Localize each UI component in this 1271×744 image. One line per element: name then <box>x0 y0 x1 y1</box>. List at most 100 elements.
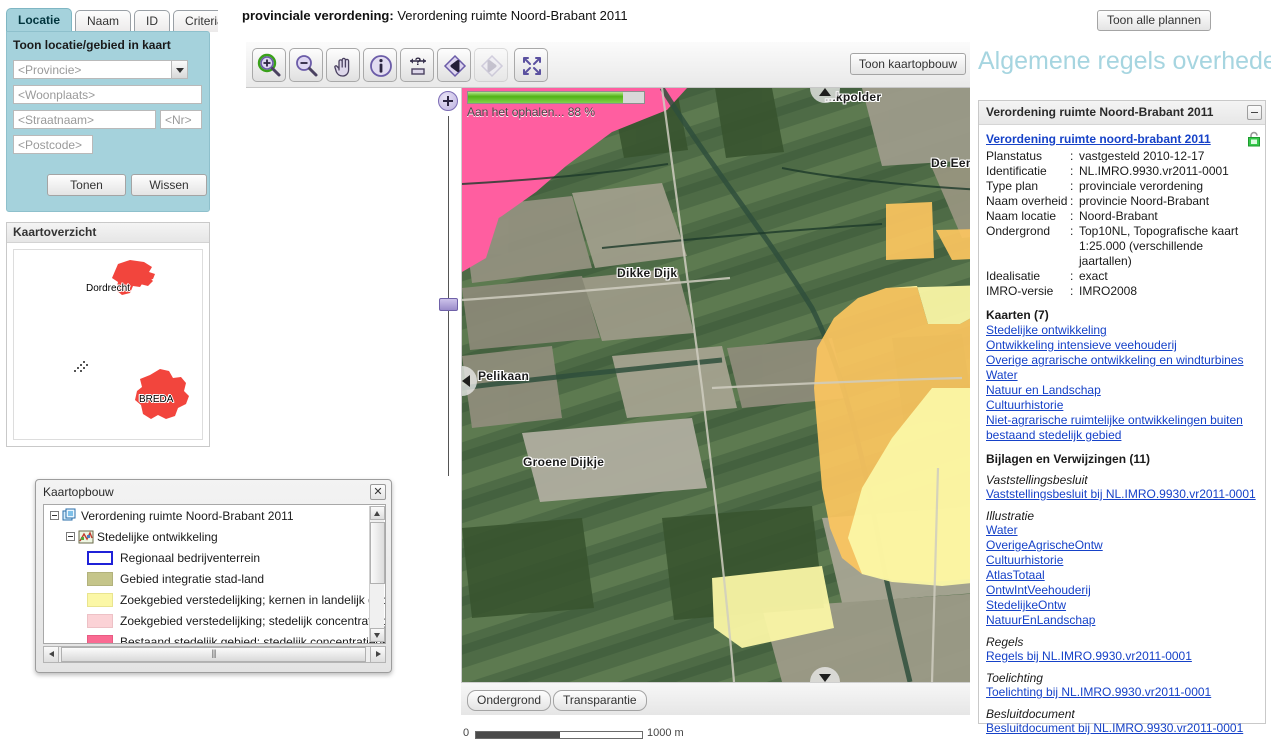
tab-naam[interactable]: Naam <box>75 10 132 32</box>
map-link[interactable]: Stedelijke ontwikkeling <box>986 323 1259 338</box>
background-button[interactable]: Ondergrond <box>467 690 552 711</box>
scale-bar: 0 1000 m <box>461 727 861 743</box>
metadata-key: Planstatus <box>986 149 1043 163</box>
page-title-name: Verordening ruimte Noord-Brabant 2011 <box>397 8 628 23</box>
show-button[interactable]: Tonen <box>47 174 126 196</box>
zoom-slider-track <box>448 116 449 476</box>
plan-title-link[interactable]: Verordening ruimte noord-brabant 2011 <box>986 132 1211 146</box>
legend-item-label: Regionaal bedrijventerrein <box>120 550 261 565</box>
show-legend-button[interactable]: Toon kaartopbouw <box>849 53 966 75</box>
metadata-key: IMRO-versie <box>986 284 1054 298</box>
map-link[interactable]: Niet-agrarische ruimtelijke ontwikkeling… <box>986 413 1259 443</box>
scroll-up-icon[interactable] <box>370 506 385 520</box>
legend-vertical-scrollbar[interactable] <box>369 506 385 642</box>
legend-item[interactable]: Zoekgebied verstedelijking; stedelijk co… <box>44 610 385 631</box>
map-link[interactable]: Overige agrarische ontwikkeling en windt… <box>986 353 1259 368</box>
full-extent-icon[interactable] <box>514 48 548 82</box>
maps-heading: Kaarten (7) <box>986 308 1049 322</box>
group-label: Regels <box>986 635 1024 649</box>
transparency-button[interactable]: Transparantie <box>553 690 647 711</box>
attachment-link[interactable]: Water <box>986 523 1259 538</box>
plan-card-body: Verordening ruimte noord-brabant 2011 Pl… <box>979 125 1265 736</box>
attachment-link[interactable]: Regels bij NL.IMRO.9930.vr2011-0001 <box>986 649 1259 664</box>
metadata-row: Naam overheid: provincie Noord-Brabant <box>986 194 1259 209</box>
zoom-in-slider-icon[interactable] <box>438 91 458 111</box>
info-icon[interactable] <box>363 48 397 82</box>
scroll-down-icon[interactable] <box>370 628 385 642</box>
legend-tree-layer[interactable]: Stedelijke ontwikkeling <box>44 526 385 547</box>
overview-minimap[interactable]: Dordrecht BREDA <box>13 249 203 440</box>
scroll-left-icon[interactable] <box>44 647 59 662</box>
city-input[interactable] <box>13 85 202 104</box>
search-tabs: Locatie Naam ID Criteria <box>6 8 236 32</box>
metadata-row: Naam locatie: Noord-Brabant <box>986 209 1259 224</box>
loading-progress: Aan het ophalen... 88 % <box>467 91 647 119</box>
attachment-link[interactable]: NatuurEnLandschap <box>986 613 1259 628</box>
legend-tree-root[interactable]: Verordening ruimte Noord-Brabant 2011 <box>44 505 385 526</box>
attachment-link[interactable]: OverigeAgrischeOntw <box>986 538 1259 553</box>
metadata-row: Ondergrond: Top10NL, Topografische kaart … <box>986 224 1259 269</box>
house-number-input[interactable] <box>160 110 202 129</box>
overview-minimap-graphic <box>14 250 202 439</box>
chevron-down-icon[interactable] <box>171 60 188 79</box>
map-overview-title: Kaartoverzicht <box>7 223 209 243</box>
panel-heading: Algemene regels overheden <box>978 47 1271 75</box>
overview-label-dordrecht: Dordrecht <box>86 283 130 294</box>
attachment-link[interactable]: OntwIntVeehouderij <box>986 583 1259 598</box>
attachment-link[interactable]: Vaststellingsbesluit bij NL.IMRO.9930.vr… <box>986 487 1259 502</box>
legend-window[interactable]: Kaartopbouw ✕ Verordening ruimte Noord-B… <box>35 479 392 673</box>
show-all-plans-button[interactable]: Toon alle plannen <box>1097 10 1212 31</box>
legend-item[interactable]: Bestaand stedelijk gebied; stedelijk con… <box>44 631 385 643</box>
zoom-in-icon[interactable] <box>252 48 286 82</box>
legend-item[interactable]: Gebied integratie stad-land <box>44 568 385 589</box>
metadata-value: Top10NL, Topografische kaart 1:25.000 (v… <box>1079 224 1239 268</box>
collapse-icon[interactable] <box>1247 105 1262 120</box>
legend-item-label: Zoekgebied verstedelijking; kernen in la… <box>120 592 386 607</box>
plan-details-panel: Toon alle plannen Algemene regels overhe… <box>970 0 1271 744</box>
zoom-out-icon[interactable] <box>289 48 323 82</box>
scale-bar-graphic <box>475 731 643 739</box>
metadata-value: Noord-Brabant <box>1079 209 1158 223</box>
map-link[interactable]: Ontwikkeling intensieve veehouderij <box>986 338 1259 353</box>
metadata-row: Planstatus: vastgesteld 2010-12-17 <box>986 149 1259 164</box>
forward-icon <box>474 48 508 82</box>
map-link[interactable]: Water <box>986 368 1259 383</box>
tab-locatie[interactable]: Locatie <box>6 8 73 32</box>
plan-card-title-text: Verordening ruimte Noord-Brabant 2011 <box>986 105 1214 119</box>
metadata-value: NL.IMRO.9930.vr2011-0001 <box>1079 164 1229 178</box>
street-input[interactable] <box>13 110 156 129</box>
attachment-link[interactable]: Toelichting bij NL.IMRO.9930.vr2011-0001 <box>986 685 1259 700</box>
scroll-thumb-horizontal[interactable] <box>61 647 366 662</box>
tree-toggle-icon[interactable] <box>50 511 59 520</box>
scroll-thumb-vertical[interactable] <box>370 522 385 584</box>
province-select-input[interactable] <box>13 60 188 79</box>
clear-button[interactable]: Wissen <box>131 174 207 196</box>
measure-icon[interactable]: ? <box>400 48 434 82</box>
scroll-right-icon[interactable] <box>370 647 385 662</box>
attachment-link[interactable]: Cultuurhistorie <box>986 553 1259 568</box>
map-link[interactable]: Natuur en Landschap <box>986 383 1259 398</box>
legend-item[interactable]: Zoekgebied verstedelijking; kernen in la… <box>44 589 385 610</box>
zoom-slider[interactable] <box>437 88 461 682</box>
map-link[interactable]: Cultuurhistorie <box>986 398 1259 413</box>
legend-horizontal-scrollbar[interactable] <box>43 646 386 663</box>
map-toolbar: ? Toon kaartopbouw <box>246 42 970 88</box>
attachment-link[interactable]: AtlasTotaal <box>986 568 1259 583</box>
legend-swatch <box>87 592 113 607</box>
close-icon[interactable]: ✕ <box>370 484 386 500</box>
tree-toggle-icon[interactable] <box>66 532 75 541</box>
zoom-slider-handle[interactable] <box>439 298 458 311</box>
attachment-link[interactable]: StedelijkeOntw <box>986 598 1259 613</box>
metadata-value: IMRO2008 <box>1079 284 1138 298</box>
planviewer-application: Locatie Naam ID Criteria Toon locatie/ge… <box>0 0 1271 744</box>
tab-id[interactable]: ID <box>134 10 171 32</box>
metadata-row: Type plan: provinciale verordening <box>986 179 1259 194</box>
group-label: Toelichting <box>986 671 1043 685</box>
back-icon[interactable] <box>437 48 471 82</box>
legend-item[interactable]: Regionaal bedrijventerrein <box>44 547 385 568</box>
legend-tree[interactable]: Verordening ruimte Noord-Brabant 2011 St… <box>43 504 386 644</box>
postcode-input[interactable] <box>13 135 93 154</box>
pan-hand-icon[interactable] <box>326 48 360 82</box>
metadata-key: Idealisatie <box>986 269 1041 283</box>
attachment-link[interactable]: Besluitdocument bij NL.IMRO.9930.vr2011-… <box>986 721 1259 736</box>
